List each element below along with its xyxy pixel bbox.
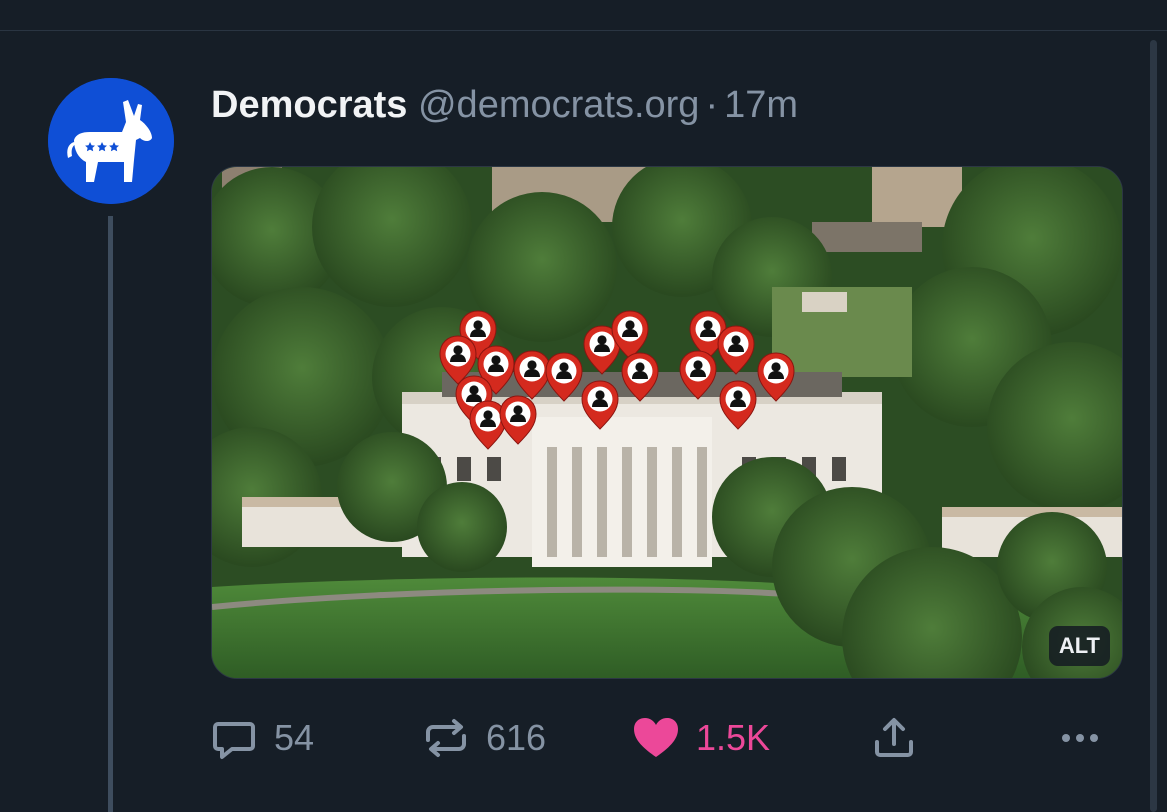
- white-house-photo: [212, 167, 1122, 678]
- like-button[interactable]: 1.5K: [630, 708, 770, 768]
- speech-bubble-icon: [213, 722, 255, 759]
- separator: ·: [705, 84, 719, 126]
- share-upload-icon: [875, 718, 913, 757]
- top-bar: [0, 0, 1167, 31]
- avatar[interactable]: [48, 78, 174, 204]
- ellipsis-icon: [1062, 734, 1098, 742]
- post-image[interactable]: ALT: [211, 166, 1123, 679]
- post-header: Democrats @democrats.org · 17m: [211, 82, 798, 128]
- handle[interactable]: @democrats.org: [418, 84, 699, 126]
- display-name[interactable]: Democrats: [211, 84, 407, 126]
- alt-text-badge[interactable]: ALT: [1048, 626, 1110, 666]
- share-button[interactable]: [868, 708, 920, 768]
- repost-count: 616: [486, 717, 547, 758]
- thread-line: [108, 216, 113, 812]
- timestamp[interactable]: 17m: [724, 84, 798, 126]
- repost-arrows-icon: [426, 719, 466, 757]
- scrollbar[interactable]: [1150, 40, 1157, 812]
- like-count: 1.5K: [696, 717, 771, 758]
- reply-button[interactable]: 54: [208, 708, 314, 768]
- heart-icon: [634, 718, 678, 757]
- repost-button[interactable]: 616: [420, 708, 546, 768]
- donkey-logo-icon: [48, 78, 174, 204]
- more-options-button[interactable]: [1054, 708, 1106, 768]
- action-bar: 54 616 1.5K: [208, 708, 1128, 768]
- reply-count: 54: [274, 717, 315, 758]
